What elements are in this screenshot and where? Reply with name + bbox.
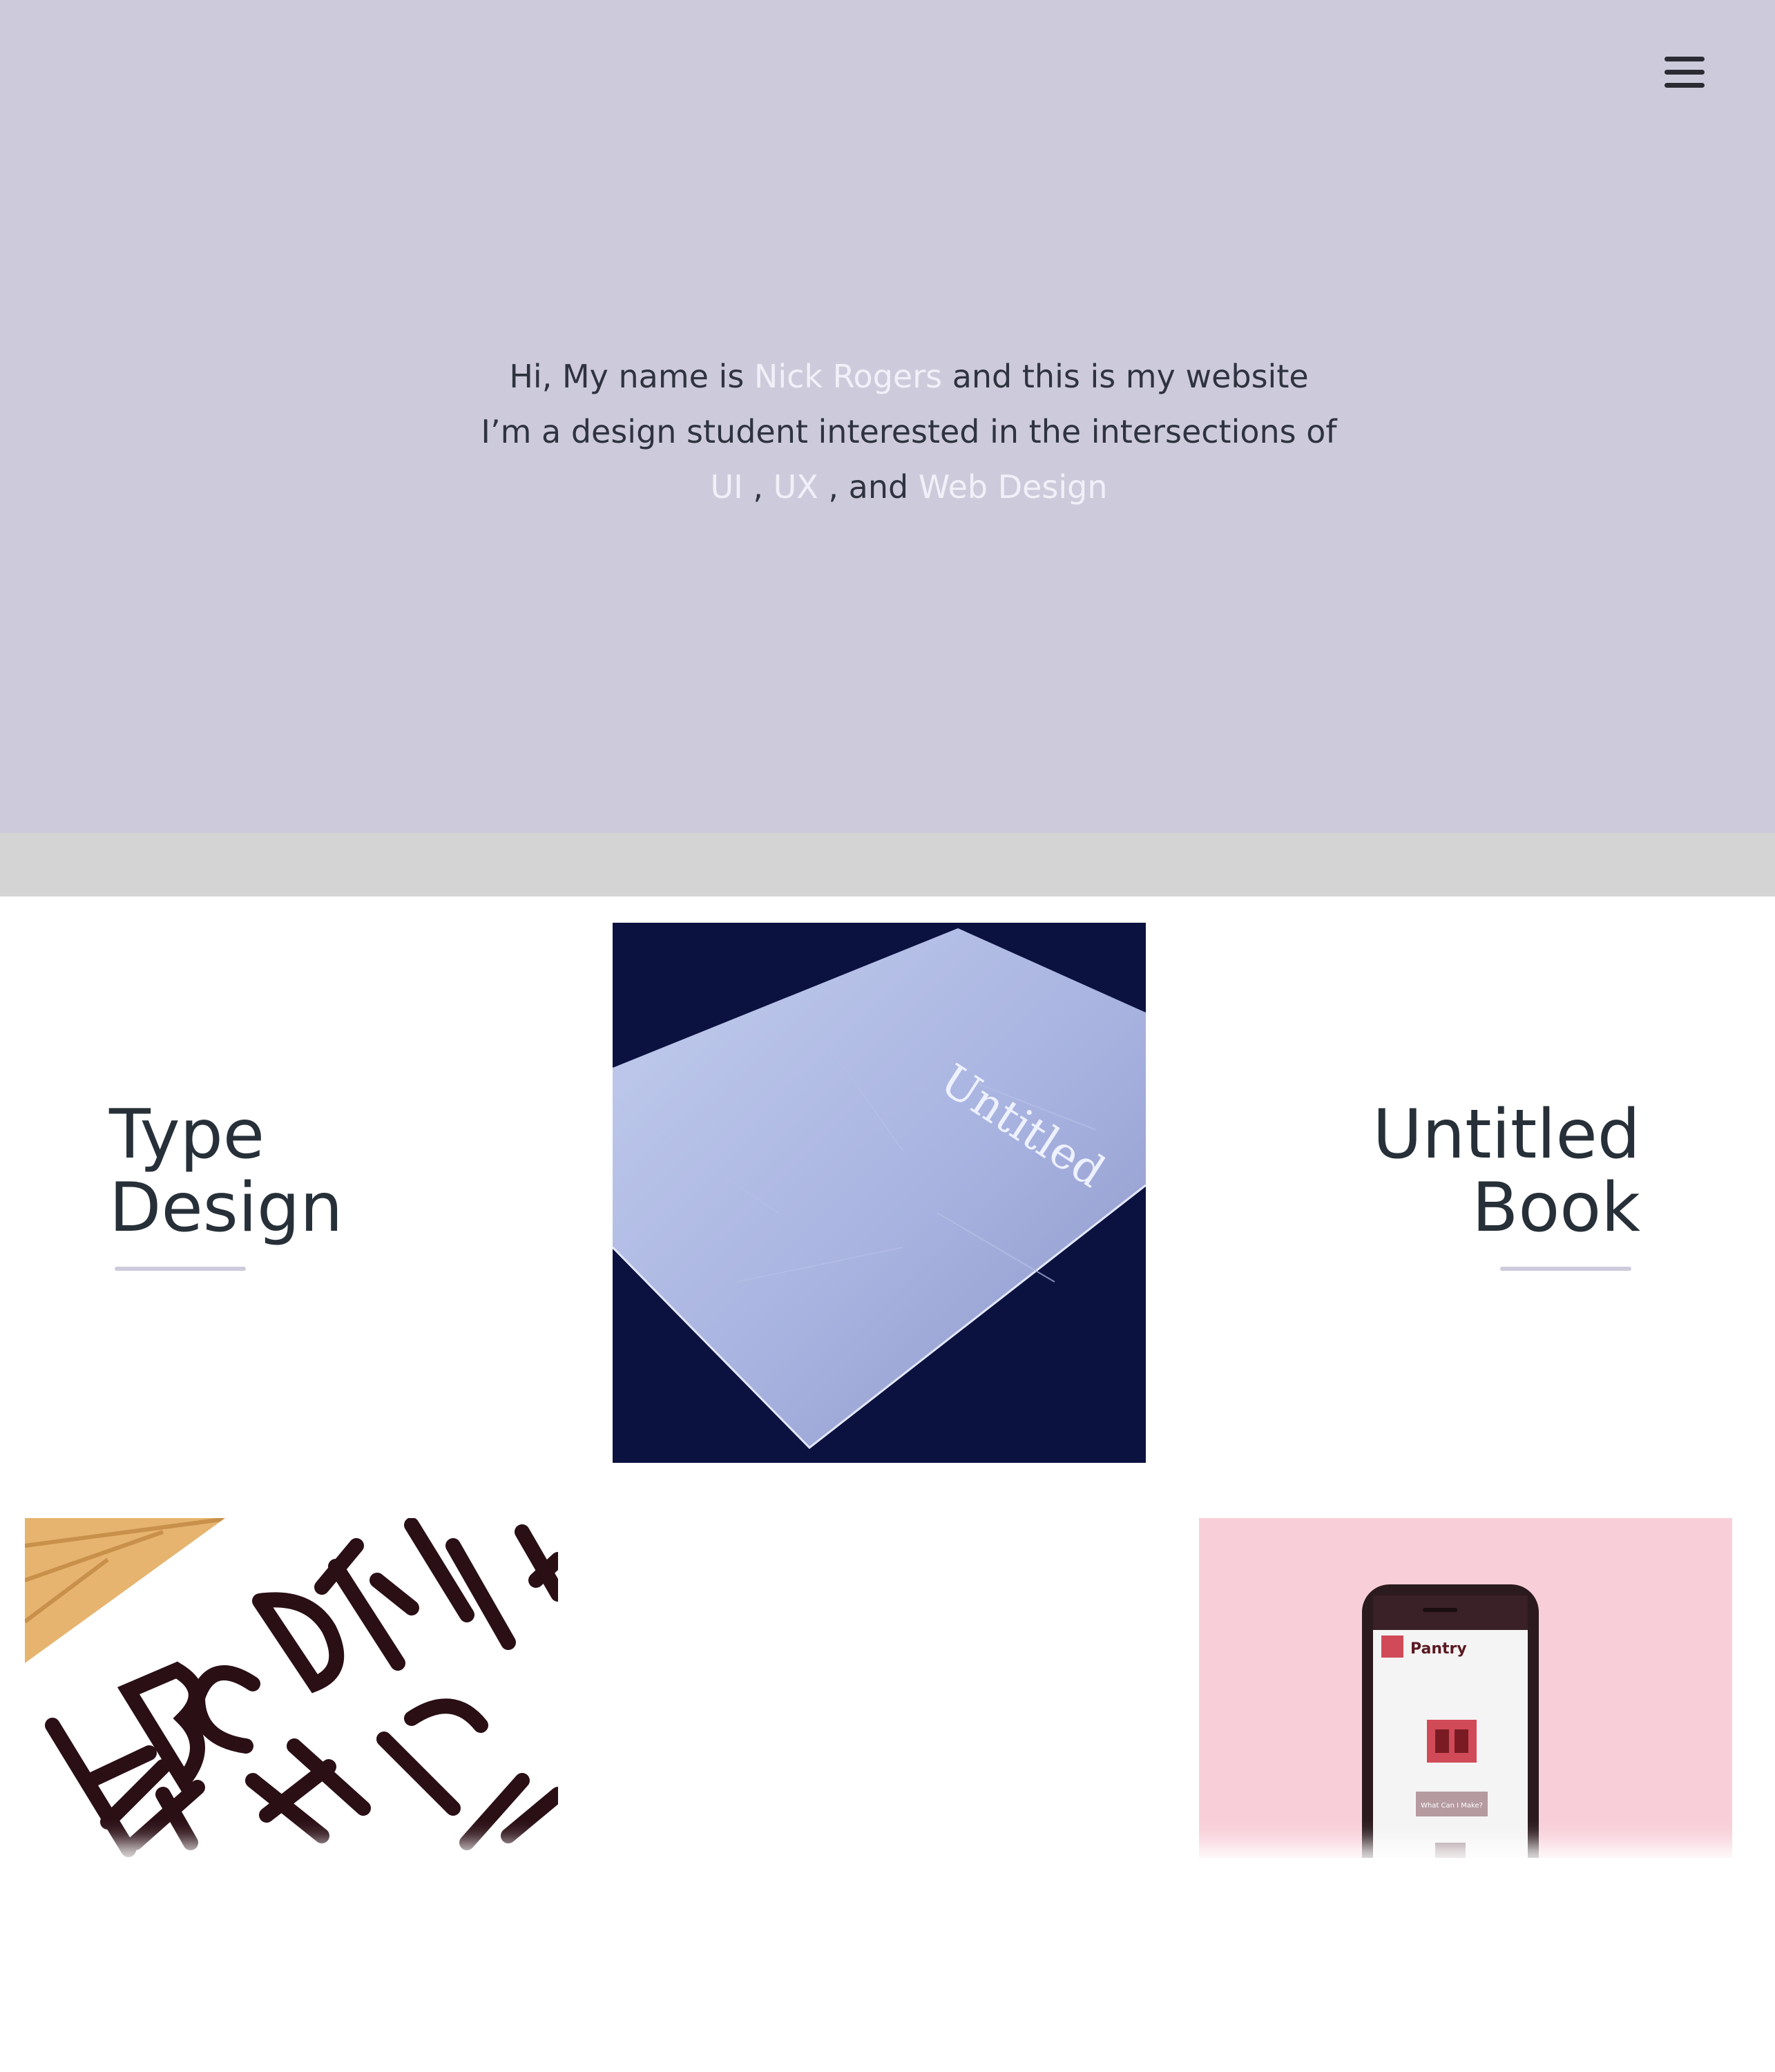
untitled-book-thumbnail[interactable]: Untitled: [613, 923, 1146, 1463]
intro-line-1: Hi, My name is Nick Rogers and this is m…: [509, 358, 1309, 395]
skill-web-design-link[interactable]: Web Design: [919, 468, 1108, 506]
project-title-type-design[interactable]: Type Design: [109, 1098, 343, 1245]
intro-line-3: UI , UX , and Web Design: [710, 468, 1108, 506]
hero-section: Hi, My name is Nick Rogers and this is m…: [0, 0, 1775, 833]
project-title-untitled-book[interactable]: Untitled Book: [1174, 1098, 1640, 1245]
phone-mockup-illustration: Pantry What Can I Make?: [1199, 1518, 1732, 1859]
hamburger-menu-icon[interactable]: [1660, 55, 1709, 90]
pantry-app-name: Pantry: [1410, 1640, 1467, 1658]
type-specimen-illustration: [25, 1518, 558, 1859]
page-bottom-fade: [0, 1858, 1775, 2072]
skill-ui-link[interactable]: UI: [710, 468, 742, 506]
book-cover-illustration: Untitled: [613, 923, 1146, 1463]
intro-line-2: I’m a design student interested in the i…: [481, 413, 1337, 450]
intro-text: Hi, My name is Nick Rogers and this is m…: [0, 349, 1775, 515]
untitled-book-underline: [1500, 1267, 1631, 1271]
pantry-app-button: What Can I Make?: [1421, 1802, 1483, 1810]
pantry-app-thumbnail[interactable]: Pantry What Can I Make?: [1199, 1518, 1732, 1859]
section-divider-band: [0, 833, 1775, 896]
type-design-thumbnail[interactable]: [25, 1518, 558, 1859]
name-link[interactable]: Nick Rogers: [754, 358, 942, 395]
type-design-underline: [115, 1267, 246, 1271]
skill-ux-link[interactable]: UX: [774, 468, 818, 506]
